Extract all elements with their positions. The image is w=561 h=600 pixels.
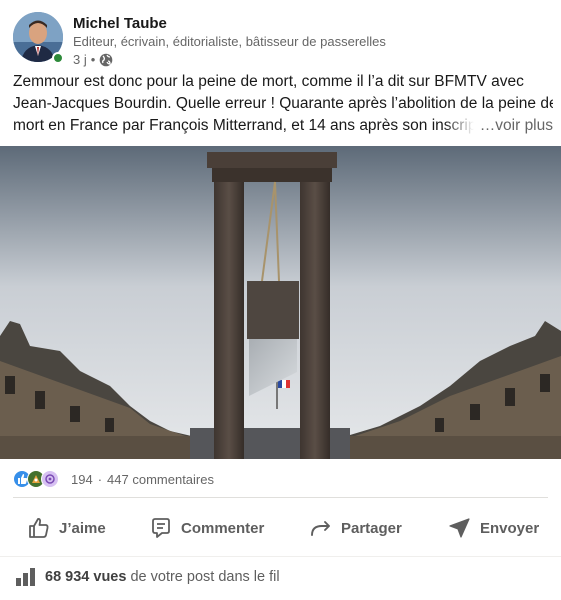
reactions-count[interactable]: 194 (71, 472, 93, 487)
curious-icon (41, 470, 59, 488)
action-bar: J’aime Commenter Partager Envoyer (0, 508, 561, 548)
post-text: Zemmour est donc pour la peine de mort, … (13, 71, 553, 137)
comment-button[interactable]: Commenter (149, 508, 264, 548)
share-label: Partager (341, 519, 402, 537)
post-meta: 3 j • (73, 52, 113, 67)
comments-count[interactable]: 447 commentaires (107, 472, 214, 487)
online-status-indicator (52, 52, 64, 64)
post-time: 3 j (73, 52, 87, 67)
reaction-icons (13, 470, 59, 488)
globe-icon (99, 53, 113, 67)
analytics-bars-icon (16, 568, 35, 586)
divider (0, 556, 561, 557)
comment-label: Commenter (181, 519, 265, 537)
share-arrow-icon (311, 521, 330, 536)
author-headline: Editeur, écrivain, éditorialiste, bâtiss… (73, 34, 386, 49)
post-text-line-content: mort en France par François Mitterrand, … (13, 117, 481, 134)
divider (13, 497, 548, 498)
thumbs-up-icon (29, 518, 49, 538)
post-header: Michel Taube Editeur, écrivain, éditoria… (0, 0, 561, 70)
share-button[interactable]: Partager (309, 508, 402, 548)
views-count: 68 934 vues (45, 569, 127, 585)
meta-separator: • (90, 52, 96, 67)
see-more-link[interactable]: …voir plus (443, 115, 553, 137)
social-counts[interactable]: 194 · 447 commentaires (13, 468, 214, 490)
views-suffix: de votre post dans le fil (130, 569, 280, 585)
author-name[interactable]: Michel Taube (73, 15, 167, 32)
send-label: Envoyer (480, 519, 540, 537)
comment-icon (152, 518, 170, 538)
counts-separator: · (97, 471, 103, 487)
send-button[interactable]: Envoyer (448, 508, 539, 548)
like-label: J’aime (59, 519, 106, 537)
like-button[interactable]: J’aime (27, 508, 106, 548)
post-image[interactable] (0, 146, 561, 459)
send-plane-icon (449, 518, 470, 538)
post-text-line: mort en France par François Mitterrand, … (13, 115, 553, 137)
post-views[interactable]: 68 934 vues de votre post dans le fil (15, 568, 280, 586)
post-text-line: Zemmour est donc pour la peine de mort, … (13, 73, 524, 90)
post-text-line: Jean-Jacques Bourdin. Quelle erreur ! Qu… (13, 95, 553, 112)
